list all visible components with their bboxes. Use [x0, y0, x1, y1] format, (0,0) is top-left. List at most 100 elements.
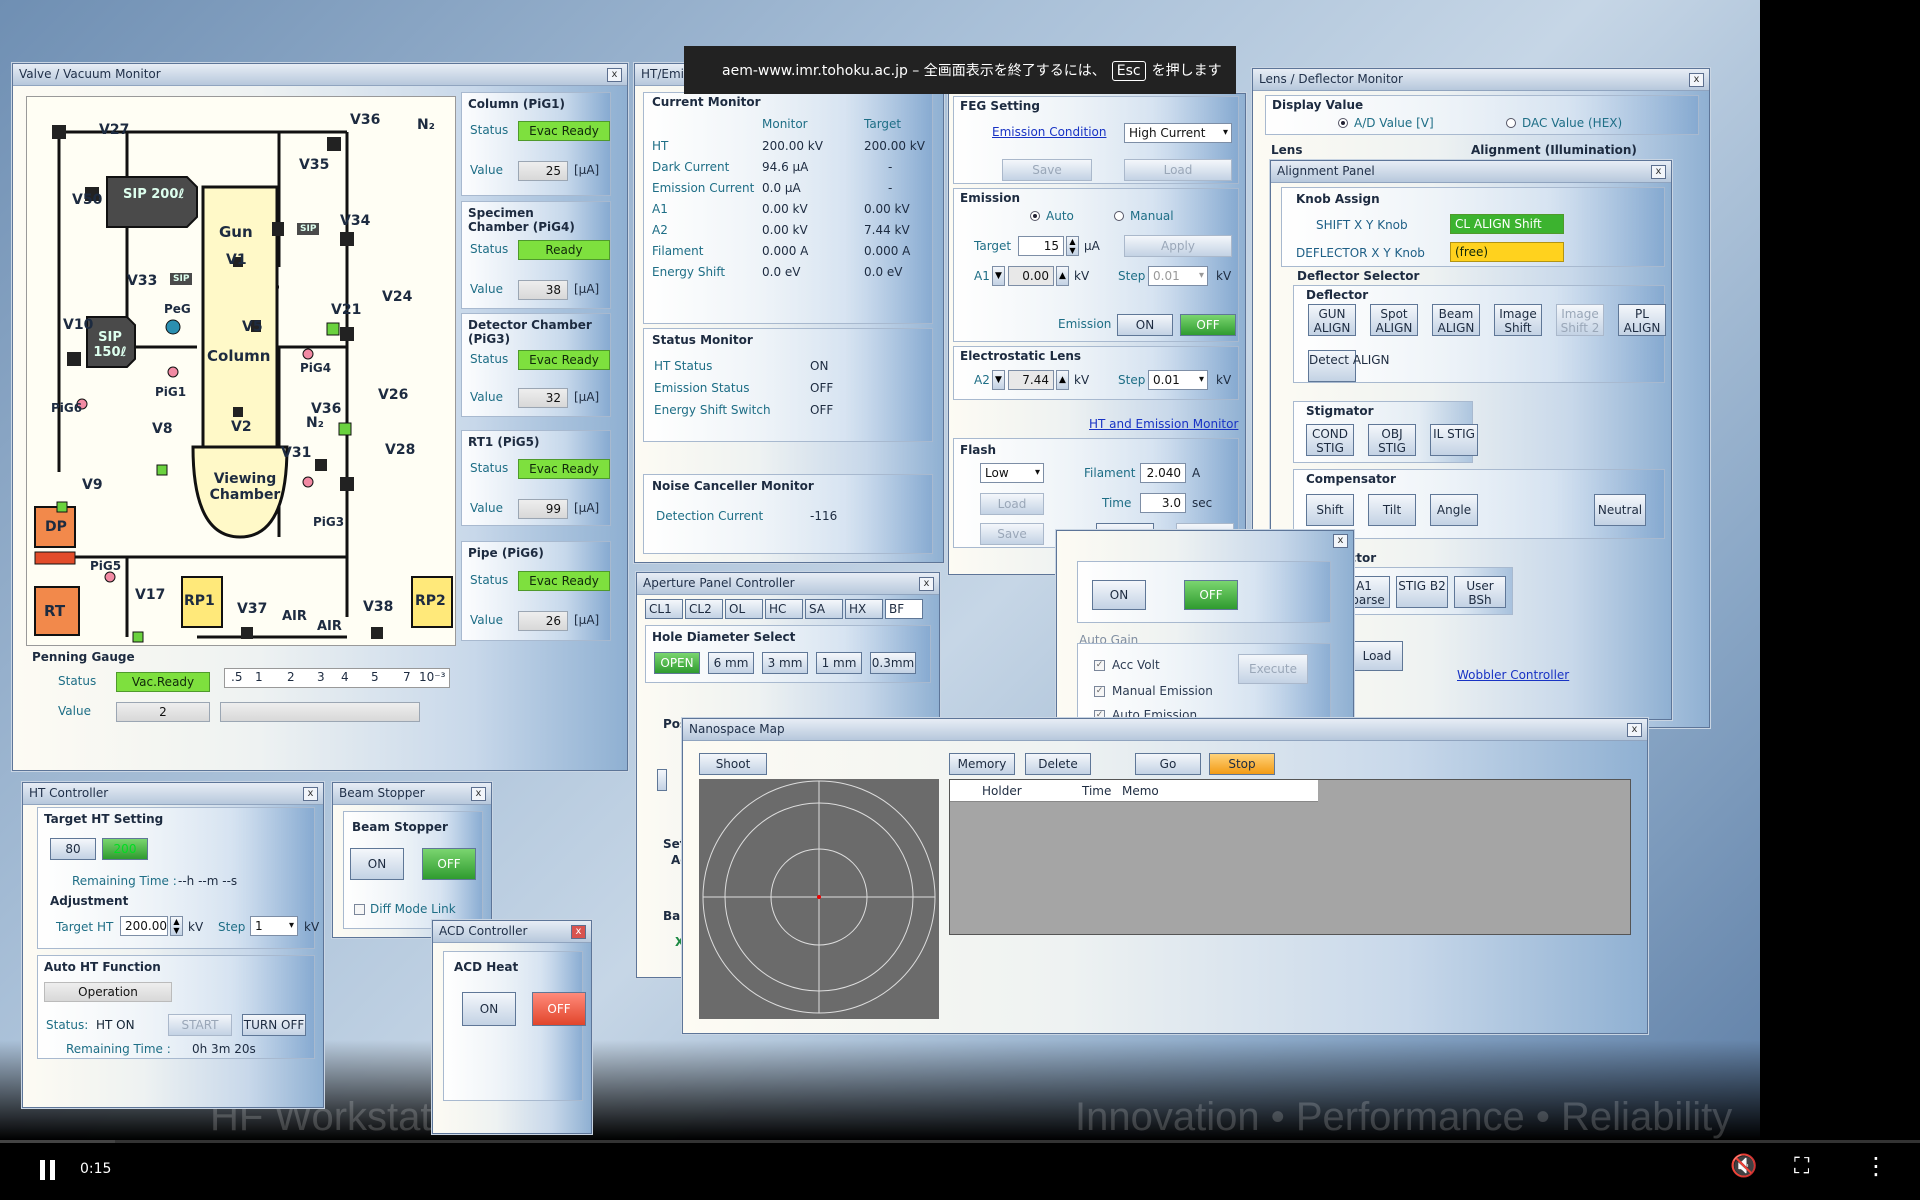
close-button[interactable]: x [303, 787, 318, 801]
deflector-button[interactable]: Beam ALIGN [1432, 304, 1480, 336]
turn-off-button[interactable]: TURN OFF [242, 1014, 306, 1036]
wobbler-controller-link[interactable]: Wobbler Controller [1457, 668, 1569, 682]
close-button[interactable]: x [471, 787, 486, 801]
a1-increment[interactable]: ▲ [1056, 266, 1069, 286]
ht-200-button[interactable]: 200 [102, 838, 148, 860]
close-button[interactable]: x [607, 68, 622, 82]
titlebar[interactable]: HT Controller x [23, 783, 323, 805]
dac-radio[interactable] [1506, 118, 1516, 128]
beam-on-button[interactable]: ON [350, 848, 404, 880]
target-spinner[interactable]: ▲ ▼ [1066, 236, 1079, 256]
titlebar[interactable]: ACD Controller x [433, 921, 591, 943]
progress-track[interactable] [0, 1140, 1920, 1143]
more-options-icon[interactable]: ⋮ [1864, 1152, 1888, 1180]
comp-button[interactable]: Shift [1306, 494, 1354, 526]
step-select[interactable]: 0.01 [1148, 370, 1208, 390]
acd-on-button[interactable]: ON [462, 992, 516, 1026]
a1-decrement[interactable]: ▼ [992, 266, 1005, 286]
deflector-button[interactable]: Image Shift [1494, 304, 1542, 336]
flash-level-select[interactable]: Low [980, 463, 1044, 483]
target-ht-spinner[interactable]: ▲ ▼ [170, 916, 183, 936]
deflector-button[interactable]: Image Shift 2 [1556, 304, 1604, 336]
titlebar[interactable]: Beam Stopper x [333, 783, 491, 805]
a2-increment[interactable]: ▲ [1056, 370, 1069, 390]
comp-button[interactable]: Angle [1430, 494, 1478, 526]
stop-button[interactable]: Stop [1209, 753, 1275, 775]
manual-emission-checkbox[interactable]: ✓ [1094, 686, 1105, 697]
filament-input[interactable]: 2.040 [1140, 463, 1186, 483]
partial-button[interactable] [657, 769, 667, 791]
close-button[interactable]: x [1689, 73, 1704, 87]
go-button[interactable]: Go [1135, 753, 1201, 775]
tab-sa[interactable]: SA [805, 599, 843, 619]
close-button[interactable]: x [1627, 723, 1642, 737]
condition-select[interactable]: High Current [1124, 123, 1232, 143]
emission-condition-link[interactable]: Emission Condition [992, 125, 1106, 139]
load-button[interactable]: Load [1351, 641, 1403, 671]
exit-fullscreen-icon[interactable]: ⛶ [1794, 1154, 1809, 1179]
save-button[interactable]: Save [1002, 159, 1092, 181]
step-select[interactable]: 1 [250, 916, 298, 936]
deflector-button[interactable]: Spot ALIGN [1370, 304, 1418, 336]
target-input[interactable]: 15 [1018, 236, 1064, 256]
diff-mode-checkbox[interactable] [354, 904, 365, 915]
emission-on-button[interactable]: ON [1117, 314, 1173, 336]
selector-button[interactable]: User BSh [1454, 576, 1506, 608]
close-button[interactable]: x [919, 577, 934, 591]
tab-hx[interactable]: HX [845, 599, 883, 619]
step-select[interactable]: 0.01 [1148, 266, 1208, 286]
target-ht-input[interactable]: 200.00 [120, 916, 168, 936]
tab-cl1[interactable]: CL1 [645, 599, 683, 619]
pause-icon[interactable] [40, 1160, 56, 1180]
titlebar[interactable]: Lens / Deflector Monitor x [1253, 69, 1709, 91]
a2-decrement[interactable]: ▼ [992, 370, 1005, 390]
selector-button[interactable]: STIG B2 [1396, 576, 1448, 608]
ht-80-button[interactable]: 80 [50, 838, 96, 860]
delete-button[interactable]: Delete [1025, 753, 1091, 775]
emission-off-button[interactable]: OFF [1180, 314, 1236, 336]
titlebar[interactable]: Valve / Vacuum Monitor x [13, 64, 627, 86]
memory-button[interactable]: Memory [949, 753, 1015, 775]
hole-button[interactable]: 6 mm [708, 652, 754, 674]
close-button[interactable]: x [571, 925, 586, 939]
ht-emission-monitor-link[interactable]: HT and Emission Monitor [1089, 417, 1238, 431]
load-button[interactable]: Load [1124, 159, 1232, 181]
tab-hc[interactable]: HC [765, 599, 803, 619]
acc-volt-checkbox[interactable]: ✓ [1094, 660, 1105, 671]
off-button[interactable]: OFF [1184, 580, 1238, 610]
tab-bf[interactable]: BF [885, 599, 923, 619]
comp-button[interactable]: Tilt [1368, 494, 1416, 526]
hole-button[interactable]: 3 mm [762, 652, 808, 674]
titlebar[interactable]: Nanospace Map x [683, 719, 1647, 741]
flash-save-button[interactable]: Save [980, 523, 1044, 545]
beam-off-button[interactable]: OFF [422, 848, 476, 880]
hole-button[interactable]: OPEN [654, 652, 700, 674]
on-button[interactable]: ON [1092, 580, 1146, 610]
tab-ol[interactable]: OL [725, 599, 763, 619]
titlebar[interactable]: Alignment Panel x [1271, 161, 1671, 183]
detect-align-button[interactable]: Detect ALIGN [1308, 350, 1390, 382]
close-button[interactable]: x [1333, 534, 1348, 548]
auto-radio[interactable] [1030, 211, 1040, 221]
ad-radio[interactable] [1338, 118, 1348, 128]
tab-cl2[interactable]: CL2 [685, 599, 723, 619]
deflector-button[interactable]: GUN ALIGN [1308, 304, 1356, 336]
map-view[interactable] [699, 779, 939, 1019]
execute-button[interactable]: Execute [1238, 654, 1308, 684]
manual-radio[interactable] [1114, 211, 1124, 221]
mute-icon[interactable]: 🔇 [1730, 1154, 1757, 1179]
hole-button[interactable]: 0.3mm [870, 652, 916, 674]
a1-value[interactable]: 0.00 [1008, 266, 1054, 286]
stig-button[interactable]: IL STIG [1430, 424, 1478, 456]
flash-load-button[interactable]: Load [980, 493, 1044, 515]
shoot-button[interactable]: Shoot [699, 753, 767, 775]
col-holder[interactable]: Holder [982, 784, 1022, 798]
deflector-button[interactable]: PL ALIGN [1618, 304, 1666, 336]
time-input[interactable]: 3.0 [1140, 493, 1186, 513]
col-memo[interactable]: Memo [1122, 784, 1159, 798]
neutral-button[interactable]: Neutral [1594, 494, 1646, 526]
hole-button[interactable]: 1 mm [816, 652, 862, 674]
stig-button[interactable]: OBJ STIG [1368, 424, 1416, 456]
stig-button[interactable]: COND STIG [1306, 424, 1354, 456]
col-time[interactable]: Time [1082, 784, 1111, 798]
